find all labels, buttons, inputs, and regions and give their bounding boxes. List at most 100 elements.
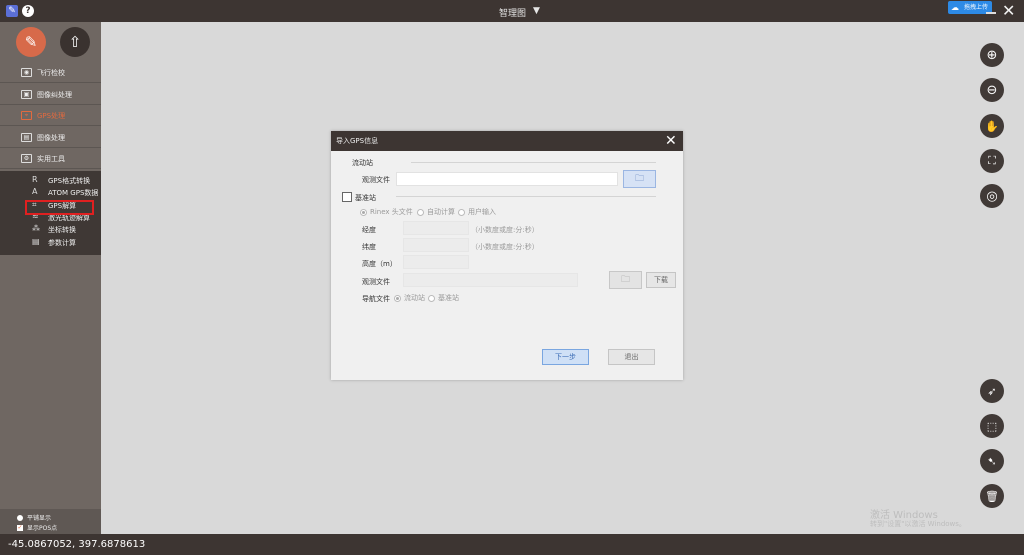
upload-icon: ⇧ [68,33,82,51]
nav-flight-check-label: 飞行检校 [37,69,65,77]
radio-dot-icon [17,514,23,521]
tile-display-option[interactable]: 平铺显示 [17,513,51,522]
image-icon: ▣ [21,90,32,99]
nav-image-process[interactable]: ▤ 图像处理 [0,128,101,148]
zoom-out-button[interactable]: ⊖ [980,78,1004,102]
zoom-in-icon: ⊕ [986,47,998,63]
nav-file-label: 导航文件 [362,295,390,303]
nav-image-batch[interactable]: ▣ 图像纠处理 [0,85,101,105]
base-station-checkbox[interactable] [342,192,352,202]
trash-icon: 🗑 [985,489,999,503]
folder-icon: 🗀 [620,275,630,285]
submenu-atom-gps[interactable]: ATOM GPS数据 [48,188,98,198]
base-divider [396,196,656,197]
upload-badge-label: 拖拽上传 [964,4,989,11]
show-pos-label: 显示POS点 [27,525,58,532]
latitude-input[interactable] [403,238,469,252]
nav-tools-label: 实用工具 [37,155,65,163]
minimize-button[interactable] [986,12,996,14]
nav-tools[interactable]: ⚙ 实用工具 [0,149,101,169]
base-obs-browse-button[interactable]: 🗀 [609,271,642,289]
title-dropdown-icon[interactable]: ▼ [533,6,540,16]
window-close-button[interactable]: ✕ [1002,1,1015,20]
select-lasso-button[interactable]: ➷ [980,449,1004,473]
pan-button[interactable]: ✋ [980,114,1004,138]
base-obs-file-input[interactable] [403,273,578,287]
radio-rinex[interactable]: Rinex 头文件 [360,207,413,217]
nav-image-batch-label: 图像纠处理 [37,91,72,99]
longitude-input[interactable] [403,221,469,235]
base-obs-file-label: 观测文件 [362,278,390,286]
radio-dot-icon [360,208,367,216]
calculator-icon: ▤ [32,237,40,246]
radio-auto-calc-label: 自动计算 [427,208,455,216]
radio-dot-icon [458,208,465,216]
submenu-gps-format[interactable]: GPS格式转换 [48,176,90,186]
nav-radio-rover[interactable]: 流动站 [394,293,425,303]
obs-file-browse-button[interactable]: 🗀 [623,170,656,188]
sidebar: ✎ ⇧ ◉ 飞行检校 ▣ 图像纠处理 ⌖ GPS处理 ▤ 图像处理 ⚙ 实用工具… [0,22,101,534]
fullscreen-button[interactable]: ⛶ [980,149,1004,173]
nav-image-process-label: 图像处理 [37,134,65,142]
cloud-icon: ☁ [951,3,959,12]
delete-button[interactable]: 🗑 [980,484,1004,508]
radio-auto-calc[interactable]: 自动计算 [417,207,455,217]
nav-gps-label: GPS处理 [37,112,66,120]
fullscreen-icon: ⛶ [988,154,996,167]
coordinate-icon: ⁂ [32,224,40,233]
title-bar: ✎ ? 智理图 ▼ ☁ 拖拽上传 ✕ [0,0,1024,22]
dialog-close-button[interactable]: ✕ [665,133,677,149]
globe-button[interactable]: ◎ [980,184,1004,208]
upload-button[interactable]: ⇧ [60,27,90,57]
zoom-in-button[interactable]: ⊕ [980,43,1004,67]
tile-display-label: 平铺显示 [27,515,52,522]
activation-watermark-sub: 转到"设置"以激活 Windows。 [870,520,966,528]
exit-button-label: 退出 [624,353,639,361]
satellite-icon: ⌖ [21,111,32,120]
status-bar: -45.0867052, 397.6878613 [0,534,1024,555]
obs-file-label: 观测文件 [362,176,390,184]
zoom-out-icon: ⊖ [986,82,998,98]
check-icon: ✓ [17,523,23,531]
atom-icon: A [32,187,38,196]
rover-section-label: 流动站 [352,159,373,167]
radio-user-input[interactable]: 用户输入 [458,207,496,217]
app-icon: ✎ [6,5,18,17]
height-input[interactable] [403,255,469,269]
exit-button[interactable]: 退出 [608,349,655,365]
select-arrow-button[interactable]: ➶ [980,379,1004,403]
nav-gps[interactable]: ⌖ GPS处理 [0,106,101,126]
measure-button[interactable]: ✎ [16,27,46,57]
help-icon[interactable]: ? [22,5,34,17]
show-pos-option[interactable]: ✓ 显示POS点 [17,523,57,532]
display-options: 平铺显示 ✓ 显示POS点 [0,509,101,534]
coordinate-readout: -45.0867052, 397.6878613 [8,539,146,550]
radio-user-input-label: 用户输入 [468,208,496,216]
next-button-label: 下一步 [555,353,576,361]
selected-item-highlight [25,200,94,215]
select-lasso-icon: ➷ [987,454,997,468]
nav-flight-check[interactable]: ◉ 飞行检校 [0,63,101,83]
next-button[interactable]: 下一步 [542,349,589,365]
dialog-header: 导入GPS信息 [331,131,683,151]
nav-radio-base-label: 基准站 [438,294,459,302]
radio-rinex-label: Rinex 头文件 [370,208,413,216]
submenu-param-calc[interactable]: 参数计算 [48,238,76,248]
download-button[interactable]: 下载 [646,272,676,288]
camera-icon: ◉ [21,68,32,77]
submenu-coord-convert[interactable]: 坐标转换 [48,225,76,235]
select-arrow-icon: ➶ [987,384,997,398]
select-area-icon: ⬚ [986,419,998,433]
picture-icon: ▤ [21,133,32,142]
pan-hand-icon: ✋ [985,119,999,133]
obs-file-input[interactable] [396,172,618,186]
import-gps-dialog: 导入GPS信息 ✕ 流动站 观测文件 🗀 基准站 Rinex 头文件 自动计算 … [331,131,683,380]
nav-radio-base[interactable]: 基准站 [428,293,459,303]
window-title: 智理图 [499,9,527,19]
longitude-hint: （小数度或度:分:秒） [471,226,539,234]
nav-radio-rover-label: 流动站 [404,294,425,302]
latitude-label: 纬度 [362,243,376,251]
select-area-button[interactable]: ⬚ [980,414,1004,438]
rover-divider [411,162,656,163]
longitude-label: 经度 [362,226,376,234]
